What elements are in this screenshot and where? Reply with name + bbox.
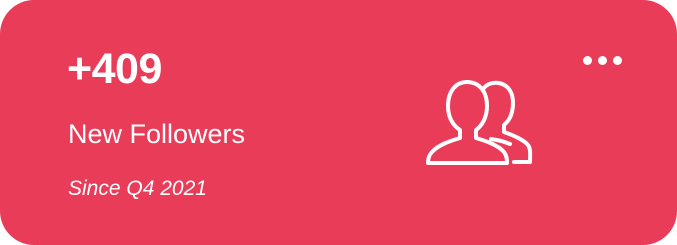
followers-stat-card: +409 New Followers Since Q4 2021 [0, 0, 677, 245]
more-horizontal-icon [612, 55, 622, 65]
more-horizontal-icon [582, 55, 592, 65]
stat-label: New Followers [68, 119, 246, 149]
users-icon [426, 80, 533, 165]
more-options-button[interactable] [574, 46, 630, 74]
stat-period: Since Q4 2021 [68, 177, 207, 200]
stat-value: +409 [67, 45, 162, 93]
more-horizontal-icon [597, 55, 607, 65]
